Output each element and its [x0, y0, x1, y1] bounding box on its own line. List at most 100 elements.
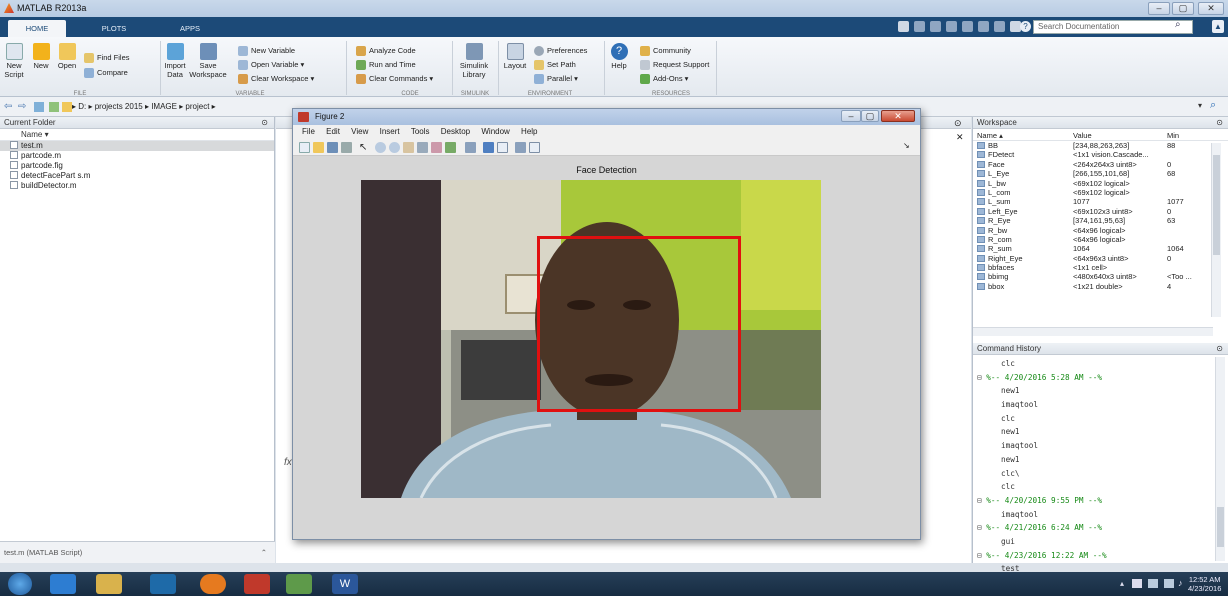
show-plot-tools-icon[interactable]	[529, 142, 540, 153]
history-entry[interactable]: clc	[973, 412, 1213, 426]
menu-help[interactable]: Help	[521, 125, 537, 139]
close-icon[interactable]: ✕	[956, 132, 964, 143]
colorbar-icon[interactable]	[483, 142, 494, 153]
maximize-button[interactable]: ▢	[1172, 2, 1194, 15]
cut-icon[interactable]	[930, 21, 941, 32]
analyze-code-button[interactable]: Analyze Code	[356, 46, 416, 57]
minimize-button[interactable]: –	[1148, 2, 1170, 15]
collapse-icon[interactable]: ⊟	[977, 551, 986, 560]
history-entry[interactable]: new1	[973, 384, 1213, 398]
workspace-row[interactable]: L_bw <69x102 logical>	[973, 179, 1228, 188]
name-column-header[interactable]: Name ▾	[0, 129, 274, 141]
collapse-icon[interactable]: ⊟	[977, 496, 986, 505]
history-entry[interactable]: clc	[973, 480, 1213, 494]
print-icon[interactable]	[341, 142, 352, 153]
copy-icon[interactable]	[946, 21, 957, 32]
pan-icon[interactable]	[403, 142, 414, 153]
history-entry[interactable]: imaqtool	[973, 398, 1213, 412]
menu-tools[interactable]: Tools	[411, 125, 430, 139]
workspace-row[interactable]: R_com <64x96 logical>	[973, 235, 1228, 244]
quick-access-icon[interactable]	[898, 21, 909, 32]
collapse-icon[interactable]: ⊟	[977, 373, 986, 382]
scroll-thumb[interactable]	[1217, 507, 1224, 547]
history-entry[interactable]: clc\	[973, 467, 1213, 481]
legend-icon[interactable]	[497, 142, 508, 153]
new-button[interactable]: New	[30, 43, 52, 70]
community-button[interactable]: Community	[640, 46, 691, 57]
simulink-library-button[interactable]: Simulink Library	[456, 43, 492, 79]
workspace-row[interactable]: Left_Eye <69x102x3 uint8> 0	[973, 207, 1228, 216]
find-files-button[interactable]: Find Files	[84, 53, 130, 64]
set-path-button[interactable]: Set Path	[534, 60, 576, 71]
data-cursor-icon[interactable]	[431, 142, 442, 153]
file-item[interactable]: partcode.fig	[0, 161, 274, 171]
file-item[interactable]: test.m	[0, 141, 274, 151]
toolbar-dock-icon[interactable]: ↘	[903, 141, 910, 150]
history-entry[interactable]: gui	[973, 535, 1213, 549]
close-button[interactable]: ✕	[1198, 2, 1224, 15]
workspace-scrollbar[interactable]	[1211, 143, 1221, 317]
network-icon[interactable]	[1132, 579, 1142, 588]
save-icon[interactable]	[327, 142, 338, 153]
tab-home[interactable]: HOME	[8, 20, 66, 37]
pointer-icon[interactable]: ↖	[359, 142, 370, 153]
rotate-icon[interactable]	[417, 142, 428, 153]
file-item[interactable]: buildDetector.m	[0, 181, 274, 191]
link-plot-icon[interactable]	[465, 142, 476, 153]
start-button[interactable]	[8, 573, 32, 595]
workspace-row[interactable]: L_com <69x102 logical>	[973, 188, 1228, 197]
help-button[interactable]: ? Help	[608, 43, 630, 70]
undo-icon[interactable]	[978, 21, 989, 32]
request-support-button[interactable]: Request Support	[640, 60, 709, 71]
menu-edit[interactable]: Edit	[326, 125, 340, 139]
workspace-row[interactable]: R_Eye [374,161,95,63] 63	[973, 216, 1228, 225]
scroll-thumb[interactable]	[1213, 155, 1220, 255]
workspace-row[interactable]: L_Eye [266,155,101,68] 68	[973, 169, 1228, 178]
workspace-row[interactable]: bbfaces <1x1 cell>	[973, 263, 1228, 272]
preferences-button[interactable]: Preferences	[534, 46, 587, 57]
add-ons-button[interactable]: Add-Ons ▾	[640, 74, 688, 85]
import-data-button[interactable]: Import Data	[163, 43, 187, 79]
tab-plots[interactable]: PLOTS	[84, 20, 144, 37]
history-entry[interactable]: clc	[973, 357, 1213, 371]
expand-details-icon[interactable]: ⌃	[261, 542, 267, 564]
volume-icon[interactable]: ♪	[1178, 578, 1183, 588]
open-button[interactable]: Open	[55, 43, 79, 70]
paste-icon[interactable]	[962, 21, 973, 32]
collapse-ribbon-icon[interactable]: ▲	[1212, 20, 1224, 33]
save-icon[interactable]	[914, 21, 925, 32]
history-entry[interactable]: new1	[973, 453, 1213, 467]
run-and-time-button[interactable]: Run and Time	[356, 60, 416, 71]
menu-desktop[interactable]: Desktop	[441, 125, 470, 139]
workspace-row[interactable]: FDetect <1x1 vision.Cascade...	[973, 150, 1228, 159]
figure-minimize-button[interactable]: –	[841, 110, 861, 122]
open-file-icon[interactable]	[313, 142, 324, 153]
file-item[interactable]: detectFacePart s.m	[0, 171, 274, 181]
history-entry[interactable]: imaqtool	[973, 508, 1213, 522]
tab-apps[interactable]: APPS	[164, 20, 216, 37]
panel-menu-icon[interactable]: ⊙	[1216, 343, 1223, 355]
figure-maximize-button[interactable]: ▢	[861, 110, 879, 122]
redo-icon[interactable]	[994, 21, 1005, 32]
panel-menu-icon[interactable]: ⊙	[1216, 117, 1223, 129]
forward-icon[interactable]: ⇨	[18, 101, 26, 112]
new-script-button[interactable]: New Script	[2, 43, 26, 79]
panel-menu-icon[interactable]: ⊙	[261, 117, 268, 129]
history-session-marker[interactable]: ⊟ %-- 4/20/2016 5:28 AM --%	[973, 371, 1213, 385]
file-item[interactable]: partcode.m	[0, 151, 274, 161]
media-player-icon[interactable]	[150, 574, 176, 594]
column-name[interactable]: Name ▴	[977, 130, 1003, 141]
figure-close-button[interactable]: ✕	[881, 110, 915, 122]
hide-plot-tools-icon[interactable]	[515, 142, 526, 153]
chrome-icon[interactable]	[200, 574, 226, 594]
word-icon[interactable]: W	[332, 574, 358, 594]
parallel-button[interactable]: Parallel ▾	[534, 74, 578, 85]
back-icon[interactable]: ⇦	[4, 101, 12, 112]
file-explorer-icon[interactable]	[96, 574, 122, 594]
history-entry[interactable]: imaqtool	[973, 439, 1213, 453]
column-value[interactable]: Value	[1073, 130, 1092, 141]
browse-folder-icon[interactable]	[49, 102, 59, 112]
history-session-marker[interactable]: ⊟ %-- 4/23/2016 12:22 AM --%	[973, 549, 1213, 563]
layout-button[interactable]: Layout	[500, 43, 530, 70]
panel-menu-icon[interactable]: ⊙	[954, 118, 962, 129]
